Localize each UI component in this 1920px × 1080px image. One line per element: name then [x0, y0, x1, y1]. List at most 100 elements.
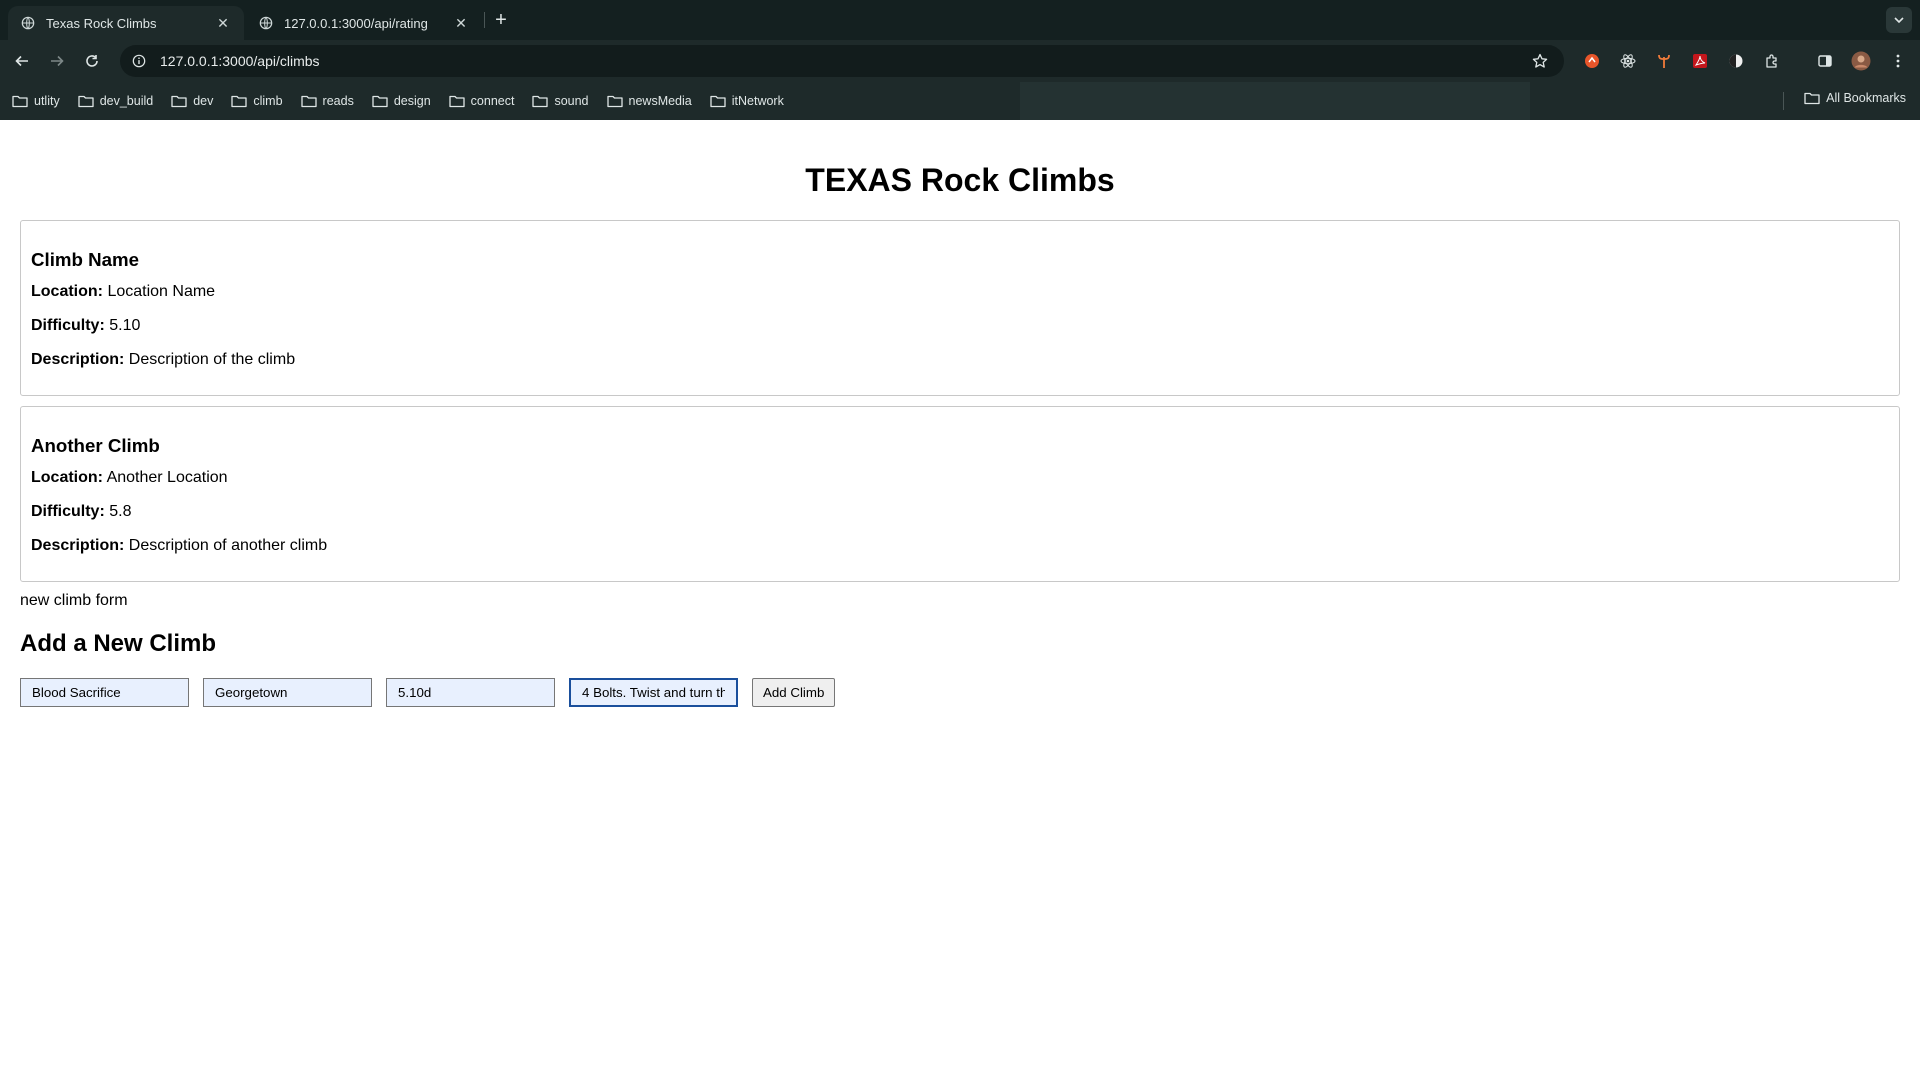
folder-icon [300, 94, 317, 108]
bookmark-label: newsMedia [628, 94, 692, 108]
new-tab-button[interactable]: + [490, 9, 512, 31]
folder-icon [12, 94, 28, 108]
side-panel-icon[interactable] [1815, 51, 1835, 71]
close-icon[interactable]: ✕ [452, 14, 470, 32]
bookmark-folder-dev[interactable]: dev [171, 94, 213, 108]
tab-search-button[interactable] [1886, 7, 1912, 33]
description-value: Description of another climb [128, 537, 328, 554]
orange-extension-icon[interactable] [1582, 51, 1602, 71]
climb-name-input[interactable] [20, 678, 189, 707]
dark-mode-icon[interactable] [1726, 51, 1746, 71]
react-devtools-icon[interactable] [1618, 51, 1638, 71]
reload-button[interactable] [80, 49, 104, 73]
folder-icon [78, 94, 94, 108]
arrow-left-icon [15, 55, 28, 67]
bookmark-label: dev [193, 94, 214, 108]
globe-icon [258, 15, 274, 31]
chevron-down-icon [1894, 17, 1904, 24]
difficulty-label: Difficulty: [31, 317, 105, 334]
climb-difficulty-input[interactable] [386, 678, 555, 707]
location-value: Location Name [107, 283, 216, 300]
add-climb-button[interactable]: Add Climb [752, 678, 836, 707]
folder-icon [372, 94, 388, 108]
kebab-menu-icon[interactable] [1888, 51, 1908, 71]
bookmark-label: utlity [34, 94, 60, 108]
bookmark-label: climb [253, 94, 283, 108]
climb-location-input[interactable] [203, 678, 372, 707]
folder-icon [710, 94, 726, 108]
form-title: Add a New Climb [20, 630, 217, 657]
description-label: Description: [31, 537, 125, 554]
forward-button[interactable] [45, 49, 69, 73]
page-content: TEXAS Rock Climbs Climb Name Location: L… [0, 160, 1920, 1080]
close-icon[interactable]: ✕ [214, 14, 232, 32]
bookmark-label: design [393, 94, 431, 108]
difficulty-value: 5.8 [109, 503, 132, 520]
browser-toolbar: 127.0.0.1:3000/api/climbs [0, 40, 1920, 82]
globe-icon [20, 15, 36, 31]
climb-name: Another Climb [31, 435, 160, 456]
folder-icon [171, 94, 187, 108]
tab-divider [484, 12, 485, 28]
bookmark-folder-reads[interactable]: reads [300, 94, 354, 108]
avatar[interactable] [1851, 51, 1871, 71]
bookmark-folder-design[interactable]: design [372, 94, 431, 108]
climb-description-input[interactable] [569, 678, 738, 707]
folder-icon [231, 94, 248, 108]
all-bookmarks-label: All Bookmarks [1826, 91, 1906, 105]
bookmark-folder-connect[interactable]: connect [449, 94, 515, 108]
bookmark-folder-itnetwork[interactable]: itNetwork [710, 94, 784, 108]
puzzle-extensions-icon[interactable] [1762, 51, 1782, 71]
climb-difficulty: Difficulty: 5.10 [31, 317, 1889, 335]
climb-card: Climb Name Location: Location Name Diffi… [20, 220, 1900, 396]
bookmarks-bar-hover-area [1020, 82, 1530, 120]
bookmark-folder-dev-build[interactable]: dev_build [78, 94, 154, 108]
bookmark-folder-utlity[interactable]: utlity [12, 94, 60, 108]
climb-card: Another Climb Location: Another Location… [20, 406, 1900, 582]
url-text[interactable]: 127.0.0.1:3000/api/climbs [160, 53, 1530, 69]
climb-description: Description: Description of another clim… [31, 537, 1889, 555]
bookmark-label: itNetwork [731, 94, 784, 108]
bookmarks-divider [1783, 92, 1784, 110]
pdf-extension-icon[interactable] [1690, 51, 1710, 71]
climb-description: Description: Description of the climb [31, 351, 1889, 369]
location-label: Location: [31, 283, 103, 300]
bookmark-label: dev_build [99, 94, 154, 108]
bookmark-folder-sound[interactable]: sound [532, 94, 589, 108]
page-title: TEXAS Rock Climbs [805, 162, 1115, 198]
bookmark-folder-newsmedia[interactable]: newsMedia [606, 94, 692, 108]
new-climb-form: Add Climb [20, 678, 1900, 707]
description-label: Description: [31, 351, 125, 368]
arrow-right-icon [51, 55, 64, 67]
bookmark-star-icon[interactable] [1530, 51, 1550, 71]
tab-texas-rock-climbs[interactable]: Texas Rock Climbs ✕ [8, 6, 244, 40]
tab-title: Texas Rock Climbs [46, 15, 157, 31]
climb-location: Location: Another Location [31, 469, 1889, 487]
bookmark-label: reads [322, 94, 354, 108]
folder-icon [449, 94, 465, 108]
difficulty-value: 5.10 [109, 317, 141, 334]
pitchfork-extension-icon[interactable] [1654, 51, 1674, 71]
tab-strip: Texas Rock Climbs ✕ 127.0.0.1:3000/api/r… [0, 0, 1920, 40]
address-bar[interactable]: 127.0.0.1:3000/api/climbs [120, 45, 1564, 77]
bookmark-label: sound [554, 94, 589, 108]
all-bookmarks-button[interactable]: All Bookmarks [1804, 91, 1906, 105]
climb-name: Climb Name [31, 249, 140, 270]
site-info-icon[interactable] [130, 52, 148, 70]
form-note: new climb form [20, 592, 128, 609]
tab-api-rating[interactable]: 127.0.0.1:3000/api/rating ✕ [246, 6, 482, 40]
tab-title: 127.0.0.1:3000/api/rating [284, 15, 428, 31]
back-button[interactable] [10, 49, 34, 73]
bookmarks-bar: utlity dev_build dev climb reads design … [0, 82, 1920, 120]
bookmark-folder-climb[interactable]: climb [231, 94, 283, 108]
reload-icon [86, 55, 98, 67]
folder-icon [1804, 91, 1820, 105]
location-value: Another Location [106, 469, 228, 486]
folder-icon [606, 94, 623, 108]
climb-difficulty: Difficulty: 5.8 [31, 503, 1889, 521]
description-value: Description of the climb [128, 351, 296, 368]
location-label: Location: [31, 469, 103, 486]
folder-icon [532, 94, 549, 108]
climb-location: Location: Location Name [31, 283, 1889, 301]
bookmark-label: connect [470, 94, 515, 108]
